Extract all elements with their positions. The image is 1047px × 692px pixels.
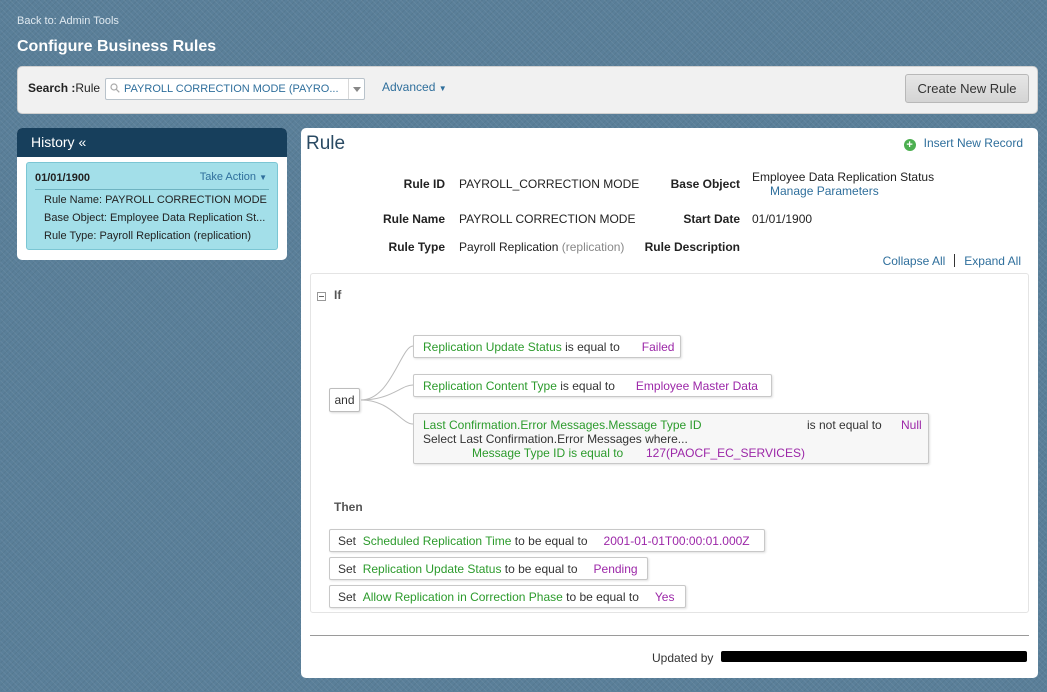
- history-rule-type: Rule Type: Payroll Replication (replicat…: [44, 230, 252, 242]
- history-date: 01/01/1900: [35, 172, 91, 184]
- divider: [954, 254, 956, 267]
- condition-row[interactable]: Replication Content Type is equal to Empl…: [413, 374, 772, 397]
- create-new-rule-button[interactable]: Create New Rule: [905, 74, 1029, 103]
- condition-row[interactable]: Replication Update Status is equal to Fai…: [413, 335, 681, 358]
- rule-name-value: PAYROLL CORRECTION MODE: [459, 212, 636, 226]
- rule-panel: Rule + Insert New Record Rule ID PAYROLL_…: [301, 128, 1038, 678]
- start-date-value: 01/01/1900: [752, 212, 813, 226]
- divider: [35, 189, 269, 190]
- history-card[interactable]: 01/01/1900 Take Action ▼ Rule Name: PAYR…: [26, 162, 278, 250]
- history-rule-name: Rule Name: PAYROLL CORRECTION MODE: [44, 194, 267, 206]
- rule-search-select[interactable]: PAYROLL CORRECTION MODE (PAYRO...: [105, 78, 365, 100]
- add-icon: +: [903, 139, 916, 151]
- chevron-down-icon[interactable]: [348, 79, 364, 99]
- redacted-text: [721, 651, 1027, 662]
- expand-all-link[interactable]: Expand All: [964, 254, 1021, 268]
- page-title: Configure Business Rules: [17, 38, 217, 55]
- history-panel: History « 01/01/1900 Take Action ▼ Rule …: [17, 128, 287, 260]
- caret-down-icon: ▼: [259, 173, 267, 182]
- then-label: Then: [334, 500, 363, 514]
- divider: [310, 635, 1029, 636]
- rule-heading: Rule: [306, 133, 346, 154]
- rule-id-value: PAYROLL_CORRECTION MODE: [459, 177, 640, 191]
- search-bar: Search :Rule PAYROLL CORRECTION MODE (PA…: [17, 66, 1038, 114]
- search-label: Search :Rule: [28, 81, 101, 95]
- manage-parameters-link[interactable]: Manage Parameters: [770, 184, 879, 198]
- base-object-label: Base Object: [670, 177, 740, 191]
- caret-down-icon: ▼: [438, 84, 447, 93]
- rule-type-value: Payroll Replication (replication): [459, 240, 625, 254]
- history-toggle[interactable]: History «: [17, 128, 287, 157]
- action-row[interactable]: Set Scheduled Replication Time to be equ…: [329, 529, 765, 552]
- back-to-admin-tools-link[interactable]: Back to: Admin Tools: [17, 15, 119, 27]
- search-value: PAYROLL CORRECTION MODE (PAYRO...: [124, 83, 339, 95]
- collapse-all-link[interactable]: Collapse All: [883, 254, 946, 268]
- start-date-label: Start Date: [683, 212, 740, 226]
- condition-row[interactable]: Last Confirmation.Error Messages.Message…: [413, 413, 929, 464]
- rule-id-label: Rule ID: [403, 177, 445, 191]
- rule-definition: If and Replication Update Status is equa…: [310, 273, 1029, 613]
- action-row[interactable]: Set Replication Update Status to be equa…: [329, 557, 648, 580]
- rule-name-label: Rule Name: [382, 212, 445, 226]
- collapse-expand-controls: Collapse All Expand All: [883, 254, 1021, 268]
- advanced-search-link[interactable]: Advanced ▼: [382, 80, 447, 94]
- and-operator[interactable]: and: [329, 388, 360, 412]
- updated-by-text: Updated by: [652, 651, 714, 665]
- base-object-value: Employee Data Replication Status: [752, 170, 935, 184]
- search-icon: [110, 83, 120, 93]
- history-base-object: Base Object: Employee Data Replication S…: [44, 212, 266, 224]
- rule-description-label: Rule Description: [644, 240, 740, 254]
- action-row[interactable]: Set Allow Replication in Correction Phas…: [329, 585, 686, 608]
- take-action-menu[interactable]: Take Action ▼: [200, 171, 267, 183]
- rule-type-label: Rule Type: [388, 240, 445, 254]
- insert-new-record-link[interactable]: + Insert New Record: [903, 136, 1023, 151]
